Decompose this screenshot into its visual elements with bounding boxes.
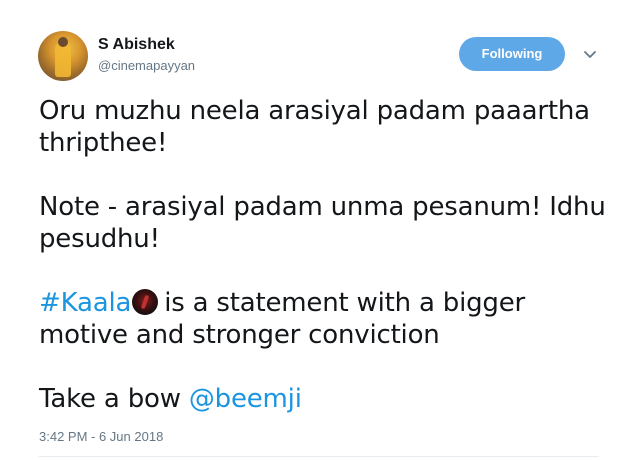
chevron-down-icon[interactable]: [582, 46, 598, 62]
tweet-timestamp[interactable]: 3:42 PM - 6 Jun 2018: [39, 429, 163, 445]
mention-link[interactable]: @beemji: [189, 384, 302, 414]
tweet-line-4: Take a bow @beemji: [39, 383, 619, 415]
following-button[interactable]: Following: [459, 37, 565, 71]
hashtag-link[interactable]: #Kaala: [39, 288, 131, 318]
tweet-line-3: #Kaala is a statement with a bigger motiv…: [39, 287, 619, 351]
divider: [39, 456, 599, 457]
author-name[interactable]: S Abishek: [98, 36, 175, 54]
avatar[interactable]: [38, 31, 88, 81]
kaala-emoji-icon: [132, 289, 159, 315]
tweet-line-2: Note - arasiyal padam unma pesanum! Idhu…: [39, 192, 606, 254]
tweet-text: Oru muzhu neela arasiyal padam paaartha …: [39, 95, 619, 415]
author-handle[interactable]: @cinemapayyan: [98, 58, 195, 74]
avatar-head: [58, 37, 68, 47]
tweet-line-4-text: Take a bow: [39, 384, 181, 414]
tweet-line-1: Oru muzhu neela arasiyal padam paaartha …: [39, 96, 590, 158]
